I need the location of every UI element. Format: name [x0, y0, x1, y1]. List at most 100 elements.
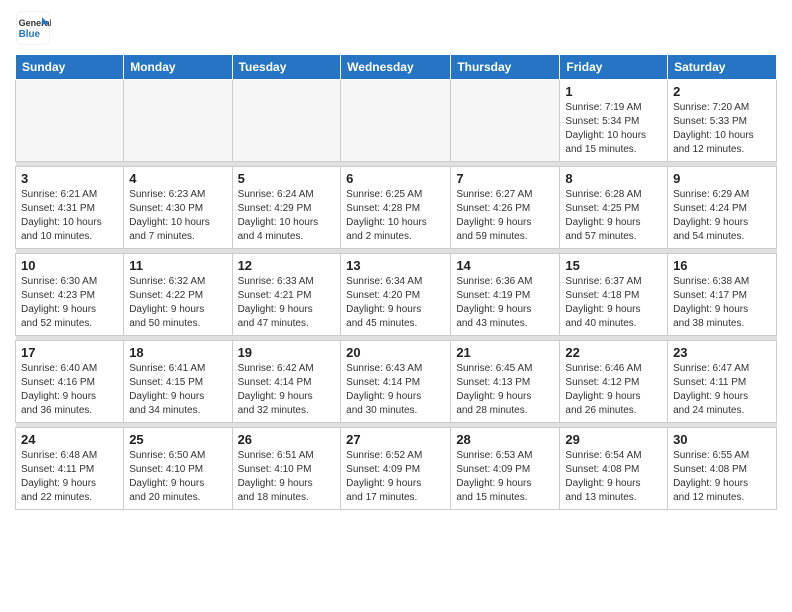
calendar-cell [451, 80, 560, 162]
calendar-cell: 25 Sunrise: 6:50 AM Sunset: 4:10 PM Dayli… [124, 428, 232, 510]
calendar-cell: 10 Sunrise: 6:30 AM Sunset: 4:23 PM Dayli… [16, 254, 124, 336]
day-info: Sunrise: 6:28 AM Sunset: 4:25 PM Dayligh… [565, 188, 662, 244]
day-info: Sunrise: 6:55 AM Sunset: 4:08 PM Dayligh… [673, 449, 771, 505]
day-number: 25 [129, 432, 226, 447]
day-number: 27 [346, 432, 445, 447]
calendar-cell [16, 80, 124, 162]
weekday-header-wednesday: Wednesday [341, 55, 451, 80]
calendar-cell [341, 80, 451, 162]
calendar-cell: 9Sunrise: 6:29 AM Sunset: 4:24 PM Daylig… [668, 167, 777, 249]
day-number: 10 [21, 258, 118, 273]
header: General Blue [15, 10, 777, 46]
day-info: Sunrise: 6:52 AM Sunset: 4:09 PM Dayligh… [346, 449, 445, 505]
day-number: 2 [673, 84, 771, 99]
day-number: 16 [673, 258, 771, 273]
day-number: 5 [238, 171, 336, 186]
day-info: Sunrise: 6:32 AM Sunset: 4:22 PM Dayligh… [129, 275, 226, 331]
day-info: Sunrise: 6:50 AM Sunset: 4:10 PM Dayligh… [129, 449, 226, 505]
day-info: Sunrise: 6:43 AM Sunset: 4:14 PM Dayligh… [346, 362, 445, 418]
day-number: 17 [21, 345, 118, 360]
day-number: 19 [238, 345, 336, 360]
weekday-header-monday: Monday [124, 55, 232, 80]
day-number: 15 [565, 258, 662, 273]
day-number: 20 [346, 345, 445, 360]
calendar-cell: 17 Sunrise: 6:40 AM Sunset: 4:16 PM Dayli… [16, 341, 124, 423]
day-info: Sunrise: 6:40 AM Sunset: 4:16 PM Dayligh… [21, 362, 118, 418]
calendar-cell: 2 Sunrise: 7:20 AM Sunset: 5:33 PM Daylig… [668, 80, 777, 162]
day-info: Sunrise: 7:20 AM Sunset: 5:33 PM Dayligh… [673, 101, 771, 157]
day-info: Sunrise: 7:19 AM Sunset: 5:34 PM Dayligh… [565, 101, 662, 157]
day-info: Sunrise: 6:42 AM Sunset: 4:14 PM Dayligh… [238, 362, 336, 418]
day-number: 8 [565, 171, 662, 186]
calendar-cell: 23Sunrise: 6:47 AM Sunset: 4:11 PM Dayli… [668, 341, 777, 423]
calendar-cell: 18 Sunrise: 6:41 AM Sunset: 4:15 PM Dayli… [124, 341, 232, 423]
calendar-week-4: 24 Sunrise: 6:48 AM Sunset: 4:11 PM Dayli… [16, 428, 777, 510]
calendar-cell: 22 Sunrise: 6:46 AM Sunset: 4:12 PM Dayli… [560, 341, 668, 423]
day-info: Sunrise: 6:37 AM Sunset: 4:18 PM Dayligh… [565, 275, 662, 331]
day-info: Sunrise: 6:46 AM Sunset: 4:12 PM Dayligh… [565, 362, 662, 418]
weekday-header-saturday: Saturday [668, 55, 777, 80]
logo-icon: General Blue [15, 10, 51, 46]
main-container: General Blue SundayMondayTuesdayWednesda… [0, 0, 792, 525]
day-info: Sunrise: 6:48 AM Sunset: 4:11 PM Dayligh… [21, 449, 118, 505]
calendar-week-1: 3 Sunrise: 6:21 AM Sunset: 4:31 PM Daylig… [16, 167, 777, 249]
day-info: Sunrise: 6:34 AM Sunset: 4:20 PM Dayligh… [346, 275, 445, 331]
calendar-cell: 1Sunrise: 7:19 AM Sunset: 5:34 PM Daylig… [560, 80, 668, 162]
calendar-cell: 13 Sunrise: 6:34 AM Sunset: 4:20 PM Dayli… [341, 254, 451, 336]
calendar-week-3: 17 Sunrise: 6:40 AM Sunset: 4:16 PM Dayli… [16, 341, 777, 423]
calendar-cell: 24 Sunrise: 6:48 AM Sunset: 4:11 PM Dayli… [16, 428, 124, 510]
day-info: Sunrise: 6:38 AM Sunset: 4:17 PM Dayligh… [673, 275, 771, 331]
day-number: 24 [21, 432, 118, 447]
weekday-header-thursday: Thursday [451, 55, 560, 80]
day-number: 22 [565, 345, 662, 360]
day-number: 28 [456, 432, 554, 447]
day-number: 18 [129, 345, 226, 360]
calendar-cell: 5 Sunrise: 6:24 AM Sunset: 4:29 PM Daylig… [232, 167, 341, 249]
day-number: 30 [673, 432, 771, 447]
calendar-cell: 20 Sunrise: 6:43 AM Sunset: 4:14 PM Dayli… [341, 341, 451, 423]
day-number: 14 [456, 258, 554, 273]
calendar-cell: 12Sunrise: 6:33 AM Sunset: 4:21 PM Dayli… [232, 254, 341, 336]
day-info: Sunrise: 6:27 AM Sunset: 4:26 PM Dayligh… [456, 188, 554, 244]
calendar-week-2: 10 Sunrise: 6:30 AM Sunset: 4:23 PM Dayli… [16, 254, 777, 336]
svg-text:Blue: Blue [19, 29, 41, 40]
weekday-header-tuesday: Tuesday [232, 55, 341, 80]
day-number: 3 [21, 171, 118, 186]
calendar-cell: 21 Sunrise: 6:45 AM Sunset: 4:13 PM Dayli… [451, 341, 560, 423]
day-number: 12 [238, 258, 336, 273]
calendar-cell: 30 Sunrise: 6:55 AM Sunset: 4:08 PM Dayli… [668, 428, 777, 510]
weekday-header-row: SundayMondayTuesdayWednesdayThursdayFrid… [16, 55, 777, 80]
calendar-cell: 16 Sunrise: 6:38 AM Sunset: 4:17 PM Dayli… [668, 254, 777, 336]
day-info: Sunrise: 6:41 AM Sunset: 4:15 PM Dayligh… [129, 362, 226, 418]
calendar-cell: 19 Sunrise: 6:42 AM Sunset: 4:14 PM Dayli… [232, 341, 341, 423]
weekday-header-friday: Friday [560, 55, 668, 80]
calendar-cell [232, 80, 341, 162]
day-info: Sunrise: 6:54 AM Sunset: 4:08 PM Dayligh… [565, 449, 662, 505]
day-info: Sunrise: 6:24 AM Sunset: 4:29 PM Dayligh… [238, 188, 336, 244]
calendar-cell: 3 Sunrise: 6:21 AM Sunset: 4:31 PM Daylig… [16, 167, 124, 249]
calendar-cell: 29 Sunrise: 6:54 AM Sunset: 4:08 PM Dayli… [560, 428, 668, 510]
calendar-cell: 15 Sunrise: 6:37 AM Sunset: 4:18 PM Dayli… [560, 254, 668, 336]
day-info: Sunrise: 6:25 AM Sunset: 4:28 PM Dayligh… [346, 188, 445, 244]
day-number: 4 [129, 171, 226, 186]
day-number: 6 [346, 171, 445, 186]
day-number: 21 [456, 345, 554, 360]
day-info: Sunrise: 6:47 AM Sunset: 4:11 PM Dayligh… [673, 362, 771, 418]
day-info: Sunrise: 6:21 AM Sunset: 4:31 PM Dayligh… [21, 188, 118, 244]
day-number: 29 [565, 432, 662, 447]
calendar-cell: 7Sunrise: 6:27 AM Sunset: 4:26 PM Daylig… [451, 167, 560, 249]
day-number: 11 [129, 258, 226, 273]
day-number: 13 [346, 258, 445, 273]
day-info: Sunrise: 6:36 AM Sunset: 4:19 PM Dayligh… [456, 275, 554, 331]
day-info: Sunrise: 6:45 AM Sunset: 4:13 PM Dayligh… [456, 362, 554, 418]
calendar-cell: 6 Sunrise: 6:25 AM Sunset: 4:28 PM Daylig… [341, 167, 451, 249]
day-info: Sunrise: 6:30 AM Sunset: 4:23 PM Dayligh… [21, 275, 118, 331]
day-info: Sunrise: 6:29 AM Sunset: 4:24 PM Dayligh… [673, 188, 771, 244]
day-info: Sunrise: 6:23 AM Sunset: 4:30 PM Dayligh… [129, 188, 226, 244]
logo: General Blue [15, 10, 55, 46]
day-number: 26 [238, 432, 336, 447]
calendar-cell: 27 Sunrise: 6:52 AM Sunset: 4:09 PM Dayli… [341, 428, 451, 510]
calendar-cell: 8 Sunrise: 6:28 AM Sunset: 4:25 PM Daylig… [560, 167, 668, 249]
day-info: Sunrise: 6:51 AM Sunset: 4:10 PM Dayligh… [238, 449, 336, 505]
calendar-cell: 28Sunrise: 6:53 AM Sunset: 4:09 PM Dayli… [451, 428, 560, 510]
